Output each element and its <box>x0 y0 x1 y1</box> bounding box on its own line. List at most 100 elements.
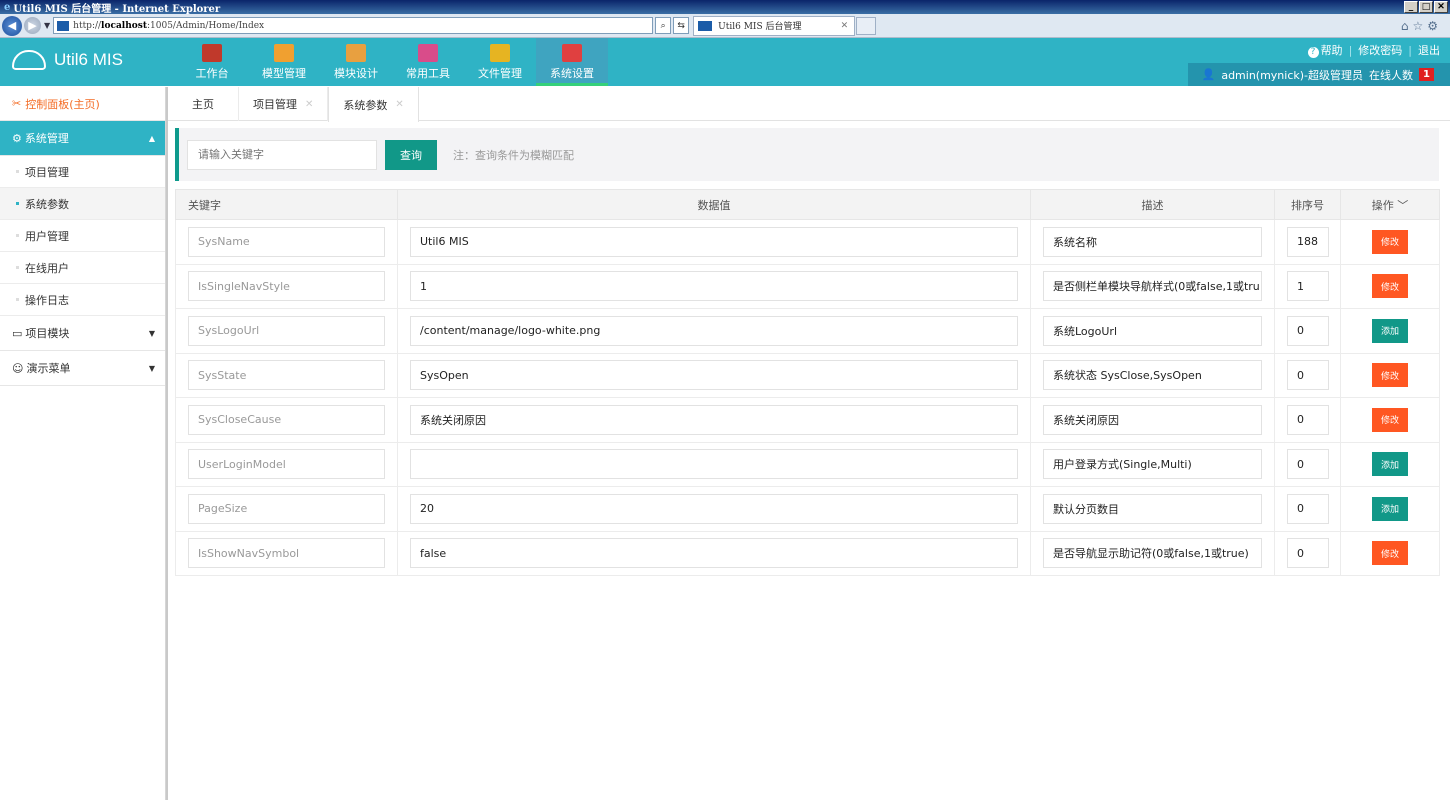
favorites-icon[interactable]: ☆ <box>1412 19 1427 33</box>
tab-home[interactable]: 主页 <box>168 87 239 121</box>
sidebar-group-demo-menu[interactable]: ☺ 演示菜单 ▼ <box>0 351 165 386</box>
desc-input[interactable]: 系统状态 SysClose,SysOpen <box>1043 360 1262 391</box>
sort-input[interactable]: 188 <box>1287 226 1329 257</box>
search-icon[interactable]: ⌕ <box>655 17 672 34</box>
close-icon[interactable]: ✕ <box>1434 1 1448 13</box>
desc-input[interactable]: 默认分页数目 <box>1043 493 1262 524</box>
desc-input[interactable]: 系统名称 <box>1043 226 1262 257</box>
key-input[interactable]: PageSize <box>188 493 385 524</box>
cell-action: 修改 <box>1340 219 1440 265</box>
browser-address-bar: ◀ ▶ ▼ http://localhost:1005/Admin/Home/I… <box>0 14 1450 38</box>
url-field[interactable]: http://localhost:1005/Admin/Home/Index <box>53 17 654 34</box>
cell-value: SysOpen <box>397 352 1031 398</box>
change-password-link[interactable]: 修改密码 <box>1358 42 1402 58</box>
chevron-down-icon: ▼ <box>148 328 155 338</box>
value-input[interactable]: /content/manage/logo-white.png <box>410 315 1018 346</box>
browser-tab[interactable]: Util6 MIS 后台管理 ✕ <box>693 15 856 36</box>
module-workbench[interactable]: 工作台 <box>176 38 248 86</box>
sidebar-item-dashboard[interactable]: ✂ 控制面板(主页) <box>0 87 165 121</box>
sort-input[interactable]: 1 <box>1287 271 1329 302</box>
module-settings[interactable]: 系统设置 <box>536 38 608 86</box>
sort-input[interactable]: 0 <box>1287 493 1329 524</box>
sort-input[interactable]: 0 <box>1287 449 1329 480</box>
minimize-icon[interactable]: _ <box>1404 1 1418 13</box>
edit-button[interactable]: 修改 <box>1372 541 1408 566</box>
url-prefix: http:// <box>73 20 102 31</box>
history-dropdown-icon[interactable]: ▼ <box>44 21 50 30</box>
tab-system-params[interactable]: 系统参数 ✕ <box>328 87 419 122</box>
sort-input[interactable]: 0 <box>1287 404 1329 435</box>
home-icon[interactable]: ⌂ <box>1401 19 1413 33</box>
sidebar-item-label: 操作日志 <box>25 293 69 307</box>
key-input[interactable]: SysCloseCause <box>188 404 385 435</box>
add-button[interactable]: 添加 <box>1372 452 1408 477</box>
add-button[interactable]: 添加 <box>1372 496 1408 521</box>
module-design[interactable]: 模块设计 <box>320 38 392 86</box>
desc-input[interactable]: 系统关闭原因 <box>1043 404 1262 435</box>
value-input[interactable]: 1 <box>410 271 1018 302</box>
module-tools[interactable]: 常用工具 <box>392 38 464 86</box>
value-input[interactable]: 20 <box>410 493 1018 524</box>
desc-input[interactable]: 用户登录方式(Single,Multi) <box>1043 449 1262 480</box>
value-input[interactable]: Util6 MIS <box>410 226 1018 257</box>
logout-link[interactable]: 退出 <box>1418 42 1440 58</box>
add-button[interactable]: 添加 <box>1372 318 1408 343</box>
value-input[interactable] <box>410 449 1018 480</box>
desc-input[interactable]: 是否侧栏单模块导航样式(0或false,1或tru <box>1043 271 1262 302</box>
maximize-icon[interactable]: □ <box>1419 1 1433 13</box>
key-input[interactable]: IsShowNavSymbol <box>188 538 385 569</box>
module-files[interactable]: 文件管理 <box>464 38 536 86</box>
chevron-down-icon: ﹀ <box>1397 198 1409 212</box>
current-user[interactable]: admin(mynick)-超级管理员 <box>1221 67 1363 83</box>
key-input[interactable]: SysName <box>188 226 385 257</box>
new-tab-button[interactable] <box>856 16 877 35</box>
forward-button[interactable]: ▶ <box>24 17 41 34</box>
favicon-icon <box>57 20 70 31</box>
sidebar-item-projects[interactable]: 项目管理 <box>0 156 165 188</box>
bullet-icon <box>16 170 19 173</box>
edit-button[interactable]: 修改 <box>1372 407 1408 432</box>
sidebar-item-users[interactable]: 用户管理 <box>0 220 165 252</box>
cell-action: 修改 <box>1340 352 1440 398</box>
close-icon[interactable]: ✕ <box>305 99 313 110</box>
col-header-action[interactable]: 操作 ﹀ <box>1340 189 1440 220</box>
sidebar-splitter[interactable] <box>166 87 168 800</box>
search-input[interactable] <box>187 139 377 170</box>
key-input[interactable]: SysLogoUrl <box>188 315 385 346</box>
browser-title-bar: e Util6 MIS 后台管理 - Internet Explorer _ □… <box>0 0 1450 15</box>
search-button[interactable]: 查询 <box>385 139 437 170</box>
desc-input[interactable]: 是否导航显示助记符(0或false,1或true) <box>1043 538 1262 569</box>
key-input[interactable]: SysState <box>188 360 385 391</box>
key-input[interactable]: UserLoginModel <box>188 449 385 480</box>
value-input[interactable]: false <box>410 538 1018 569</box>
sidebar-group-project-modules[interactable]: ▭ 项目模块 ▼ <box>0 316 165 351</box>
sort-input[interactable]: 0 <box>1287 315 1329 346</box>
desc-input[interactable]: 系统LogoUrl <box>1043 315 1262 346</box>
online-label[interactable]: 在线人数 <box>1369 67 1413 83</box>
sort-input[interactable]: 0 <box>1287 538 1329 569</box>
sort-input[interactable]: 0 <box>1287 360 1329 391</box>
close-icon[interactable]: ✕ <box>395 99 403 110</box>
compat-view-icon[interactable]: ⇆ <box>673 17 690 34</box>
value-input[interactable]: SysOpen <box>410 360 1018 391</box>
gear-icon[interactable]: ⚙ <box>1427 19 1442 33</box>
online-count-badge[interactable]: 1 <box>1419 68 1434 81</box>
url-host: localhost <box>101 20 147 31</box>
sidebar-item-system-params[interactable]: 系统参数 <box>0 188 165 220</box>
key-input[interactable]: IsSingleNavStyle <box>188 271 385 302</box>
module-model-management[interactable]: 模型管理 <box>248 38 320 86</box>
edit-button[interactable]: 修改 <box>1372 229 1408 254</box>
tab-close-icon[interactable]: ✕ <box>841 21 849 31</box>
module-label: 系统设置 <box>550 67 594 80</box>
cell-desc: 系统名称 <box>1030 219 1275 265</box>
help-link[interactable]: ? 帮助 <box>1307 42 1343 58</box>
tab-projects[interactable]: 项目管理 ✕ <box>239 87 329 121</box>
edit-button[interactable]: 修改 <box>1372 274 1408 299</box>
sidebar-item-online-users[interactable]: 在线用户 <box>0 252 165 284</box>
back-button[interactable]: ◀ <box>2 15 22 36</box>
sidebar-item-operation-log[interactable]: 操作日志 <box>0 284 165 316</box>
value-input[interactable]: 系统关闭原因 <box>410 404 1018 435</box>
sidebar-group-system[interactable]: ⚙ 系统管理 ▲ <box>0 121 165 156</box>
app-logo[interactable]: Util6 MIS <box>12 50 123 70</box>
edit-button[interactable]: 修改 <box>1372 363 1408 388</box>
